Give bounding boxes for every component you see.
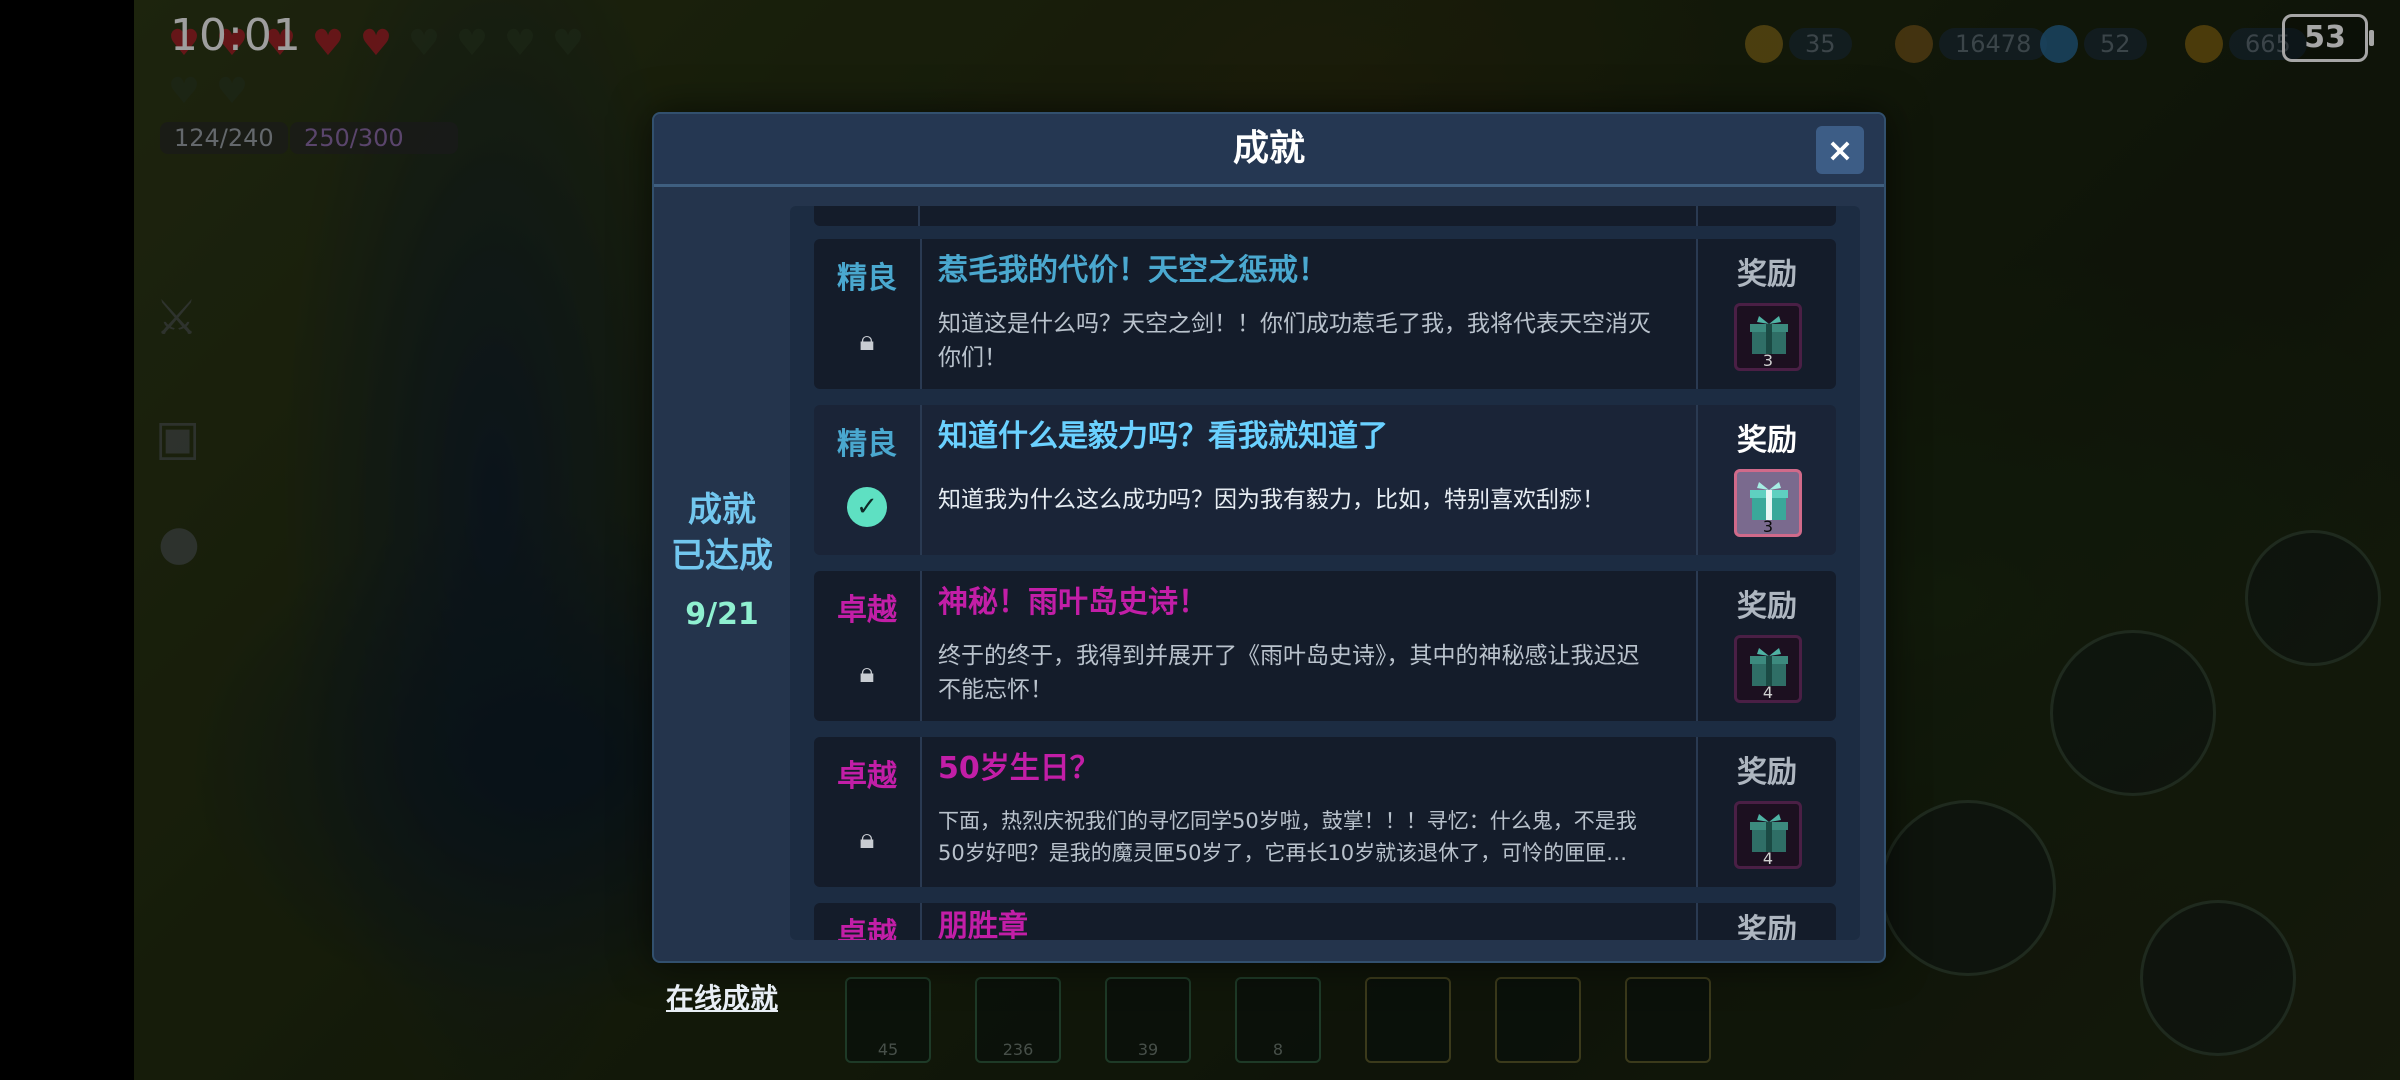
reward-column: 奖励 3 — [1696, 239, 1836, 389]
achieved-heading: 成就 已达成 — [671, 490, 773, 576]
list-item-partial — [814, 206, 1836, 226]
achievement-card[interactable]: 卓越 🔒︎ 50岁生日？ 下面，热烈庆祝我们的寻忆同学50岁啦，鼓掌！！！寻忆：… — [814, 737, 1836, 887]
achievement-progress: 9/21 — [685, 597, 759, 632]
gift-box-icon — [1750, 814, 1788, 852]
reward-count: 4 — [1762, 849, 1774, 868]
achievement-description: 知道我为什么这么成功吗？因为我有毅力，比如，特别喜欢刮痧！ — [938, 487, 1605, 513]
gift-box-icon — [1750, 482, 1788, 520]
close-button[interactable]: × — [1816, 126, 1864, 174]
reward-count: 3 — [1762, 351, 1774, 370]
tier-label: 精良 — [837, 261, 897, 296]
tier-label: 卓越 — [837, 759, 897, 794]
tier-label: 卓越 — [837, 593, 897, 628]
reward-label: 奖励 — [1737, 257, 1797, 292]
gift-box-icon — [1750, 648, 1788, 686]
reward-label: 奖励 — [1737, 589, 1797, 624]
reward-item[interactable]: 3 — [1734, 469, 1802, 537]
achievement-title: 惹毛我的代价！天空之惩戒！ — [938, 253, 1328, 288]
lock-icon: 🔒︎ — [859, 656, 875, 689]
dialog-header: 成就 × — [654, 114, 1884, 187]
achievement-title: 神秘！雨叶岛史诗！ — [938, 585, 1208, 620]
achievement-card[interactable]: 卓越 🔒︎ 神秘！雨叶岛史诗！ 终于的终于，我得到并展开了《雨叶岛史诗》，其中的… — [814, 571, 1836, 721]
reward-label: 奖励 — [1737, 423, 1797, 458]
achievement-list[interactable]: 精良 🔒︎ 惹毛我的代价！天空之惩戒！ 知道这是什么吗？天空之剑！！你们成功惹毛… — [790, 206, 1860, 940]
online-achievements-link[interactable]: 在线成就 — [654, 977, 790, 1017]
achievement-card[interactable]: 卓越 朋胜章 奖励 — [814, 903, 1836, 940]
achievement-description: 知道这是什么吗？天空之剑！！你们成功惹毛了我，我将代表天空消灭你们！ — [938, 311, 1651, 371]
lock-icon: 🔒︎ — [859, 324, 875, 357]
reward-column: 奖励 3 — [1696, 405, 1836, 555]
reward-item[interactable]: 4 — [1734, 801, 1802, 869]
achievement-card[interactable]: 精良 🔒︎ 惹毛我的代价！天空之惩戒！ 知道这是什么吗？天空之剑！！你们成功惹毛… — [814, 239, 1836, 389]
reward-item[interactable]: 3 — [1734, 303, 1802, 371]
achievements-dialog: 成就 × 成就 已达成 9/21 在线成就 精良 🔒︎ 惹毛我的代价！天空之惩戒… — [652, 112, 1886, 1015]
achievement-title: 朋胜章 — [938, 909, 1028, 940]
check-icon: ✓ — [847, 487, 887, 527]
dialog-title: 成就 — [1232, 128, 1305, 169]
achievement-title: 50岁生日？ — [938, 751, 1100, 786]
achievement-sidebar: 成就 已达成 9/21 在线成就 — [654, 187, 790, 1015]
reward-item[interactable]: 4 — [1734, 635, 1802, 703]
lock-icon: 🔒︎ — [859, 822, 875, 855]
reward-count: 3 — [1762, 517, 1774, 536]
achievement-description: 终于的终于，我得到并展开了《雨叶岛史诗》，其中的神秘感让我迟迟不能忘怀！ — [938, 643, 1640, 703]
reward-column: 奖励 4 — [1696, 737, 1836, 887]
reward-label: 奖励 — [1737, 755, 1797, 790]
achievement-title: 知道什么是毅力吗？看我就知道了 — [938, 419, 1388, 454]
reward-column: 奖励 — [1696, 903, 1836, 940]
tier-label: 精良 — [837, 427, 897, 462]
reward-column: 奖励 4 — [1696, 571, 1836, 721]
reward-label: 奖励 — [1737, 913, 1797, 940]
tier-label: 卓越 — [837, 917, 897, 940]
achievement-description: 下面，热烈庆祝我们的寻忆同学50岁啦，鼓掌！！！寻忆：什么鬼，不是我50岁好吧？… — [938, 809, 1637, 865]
gift-box-icon — [1750, 316, 1788, 354]
reward-count: 4 — [1762, 683, 1774, 702]
achievement-card[interactable]: 精良 ✓ 知道什么是毅力吗？看我就知道了 知道我为什么这么成功吗？因为我有毅力，… — [814, 405, 1836, 555]
